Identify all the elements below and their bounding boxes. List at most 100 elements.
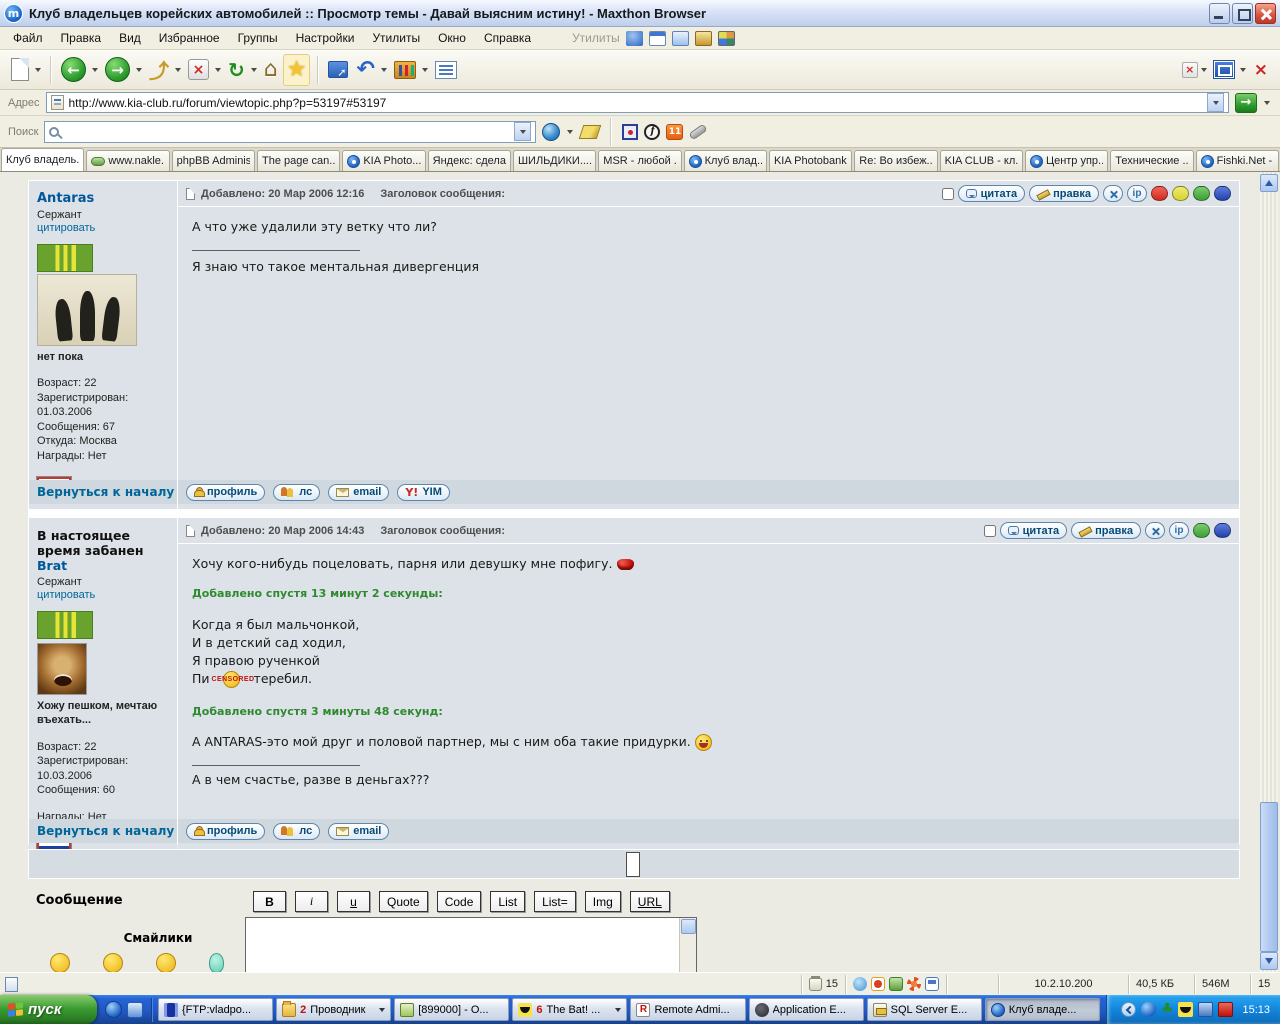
- private-message-button[interactable]: лс: [273, 823, 320, 840]
- up-button[interactable]: ⤴: [146, 54, 172, 86]
- private-message-button[interactable]: лс: [273, 484, 320, 501]
- smiley-icon[interactable]: [50, 953, 70, 972]
- bbcode-ordered-list-button[interactable]: List=: [534, 891, 576, 912]
- tab-kia-club-topic[interactable]: Клуб владель...: [1, 148, 84, 171]
- form-fill-icon[interactable]: [622, 124, 638, 140]
- external-window-button[interactable]: [325, 54, 351, 86]
- search-dropdown[interactable]: [514, 122, 531, 141]
- tray-firewall-icon[interactable]: [1218, 1002, 1233, 1017]
- delete-post-button[interactable]: [1103, 185, 1123, 202]
- favorites-button[interactable]: ★: [283, 54, 311, 86]
- tab-yandex[interactable]: Яндекс: сдела...: [428, 150, 511, 171]
- tray-maxthon-icon[interactable]: [1141, 1002, 1156, 1017]
- home-button[interactable]: ⌂: [261, 54, 281, 86]
- menu-view[interactable]: Вид: [110, 29, 150, 47]
- author-link[interactable]: Antaras: [37, 191, 169, 206]
- status-dot-blue[interactable]: [1214, 186, 1231, 201]
- task-maxthon-active[interactable]: Клуб владе...: [985, 998, 1100, 1021]
- task-application[interactable]: Application E...: [749, 998, 864, 1021]
- bbcode-url-button[interactable]: URL: [630, 891, 670, 912]
- bbcode-list-button[interactable]: List: [490, 891, 525, 912]
- author-link[interactable]: Brat: [37, 558, 67, 573]
- smiley-icon[interactable]: [103, 953, 123, 972]
- utility-market-icon[interactable]: [718, 31, 735, 46]
- scroll-up-icon[interactable]: [681, 919, 696, 934]
- search-input-box[interactable]: [44, 121, 536, 143]
- search-engine-icon[interactable]: [542, 123, 560, 141]
- scroll-thumb[interactable]: [1260, 802, 1278, 952]
- quote-button[interactable]: цитата: [958, 185, 1026, 202]
- tab-kia-club-2[interactable]: Клуб влад...: [684, 150, 767, 171]
- bbcode-underline-button[interactable]: u: [337, 891, 370, 912]
- highlight-icon[interactable]: [579, 125, 602, 139]
- forward-button[interactable]: →: [102, 54, 133, 86]
- up-dropdown[interactable]: [175, 68, 181, 75]
- tools-button[interactable]: [391, 54, 419, 86]
- quicklaunch-maxthon-icon[interactable]: [105, 1001, 122, 1018]
- stylus-icon[interactable]: [689, 123, 708, 140]
- edit-button[interactable]: правка: [1029, 185, 1099, 202]
- tab-control-center[interactable]: Центр упр...: [1025, 150, 1108, 171]
- task-899000[interactable]: [899000] - O...: [394, 998, 509, 1021]
- status-dot-red[interactable]: [1151, 186, 1168, 201]
- refresh-dropdown[interactable]: [251, 68, 257, 75]
- utility-person-icon[interactable]: [626, 31, 643, 46]
- search-input[interactable]: [63, 125, 510, 139]
- minimize-button[interactable]: [1209, 3, 1230, 24]
- close-tab-button[interactable]: ×: [1182, 62, 1198, 78]
- tab-page-cannot[interactable]: The page can...: [257, 150, 340, 171]
- menu-edit[interactable]: Правка: [52, 29, 111, 47]
- stop-dropdown[interactable]: [215, 68, 221, 75]
- tab-nakleykin[interactable]: www.nakle...: [86, 150, 169, 171]
- window-list-dropdown[interactable]: [1240, 68, 1246, 75]
- alien-smiley-icon[interactable]: [209, 953, 224, 972]
- utility-document-icon[interactable]: [672, 31, 689, 46]
- tab-re-vo-izbezh[interactable]: Re: Во избеж...: [854, 150, 937, 171]
- tray-network-icon[interactable]: [1198, 1002, 1213, 1017]
- quote-service-icon[interactable]: 11: [666, 124, 683, 140]
- menu-groups[interactable]: Группы: [229, 29, 287, 47]
- status-dot-green[interactable]: [1193, 186, 1210, 201]
- address-input[interactable]: [69, 96, 1203, 110]
- back-to-top-link[interactable]: Вернуться к началу: [37, 824, 174, 838]
- tab-kia-photobank[interactable]: KIA Photobank: [769, 150, 852, 171]
- utility-pen-icon[interactable]: [695, 31, 712, 46]
- tray-clover-icon[interactable]: ♣: [1161, 1002, 1174, 1017]
- go-dropdown[interactable]: [1264, 101, 1270, 108]
- task-remote-admin[interactable]: RRemote Admi...: [630, 998, 745, 1021]
- tray-thebat-icon[interactable]: [1178, 1002, 1193, 1017]
- search-engine-dropdown[interactable]: [567, 130, 573, 137]
- external-status-icon[interactable]: [925, 977, 939, 991]
- yim-button[interactable]: Y!YIM: [397, 484, 450, 501]
- popup-blocker-icon[interactable]: [871, 977, 885, 991]
- quote-button[interactable]: цитата: [1000, 522, 1068, 539]
- tab-fishki[interactable]: Fishki.Net - ...: [1196, 150, 1279, 171]
- utility-window-icon[interactable]: [649, 31, 666, 46]
- quicklaunch-app-icon[interactable]: [127, 1002, 143, 1018]
- bbcode-quote-button[interactable]: Quote: [379, 891, 428, 912]
- trash-icon[interactable]: [809, 978, 822, 991]
- ip-button[interactable]: ip: [1127, 185, 1147, 202]
- address-dropdown[interactable]: [1207, 93, 1224, 112]
- close-button[interactable]: [1255, 3, 1276, 24]
- undo-button[interactable]: ↶: [353, 54, 377, 86]
- email-button[interactable]: email: [328, 484, 389, 501]
- tab-kia-photo[interactable]: KIA Photo...: [342, 150, 425, 171]
- menu-favorites[interactable]: Избранное: [150, 29, 229, 47]
- status-dot-blue[interactable]: [1214, 523, 1231, 538]
- edit-button[interactable]: правка: [1071, 522, 1141, 539]
- scroll-down-button[interactable]: [1260, 952, 1278, 970]
- list-view-button[interactable]: [432, 54, 460, 86]
- new-page-dropdown[interactable]: [35, 68, 41, 75]
- flash-blocker-icon[interactable]: [907, 977, 921, 991]
- page-scrollbar[interactable]: [1260, 172, 1278, 972]
- menu-help[interactable]: Справка: [475, 29, 540, 47]
- bbcode-img-button[interactable]: Img: [585, 891, 621, 912]
- restore-button[interactable]: [1232, 3, 1253, 24]
- go-button[interactable]: →: [1235, 93, 1257, 113]
- quote-author-link[interactable]: цитировать: [37, 222, 169, 234]
- menu-window[interactable]: Окно: [429, 29, 475, 47]
- undo-dropdown[interactable]: [381, 68, 387, 75]
- select-post-checkbox[interactable]: [942, 188, 954, 200]
- email-button[interactable]: email: [328, 823, 389, 840]
